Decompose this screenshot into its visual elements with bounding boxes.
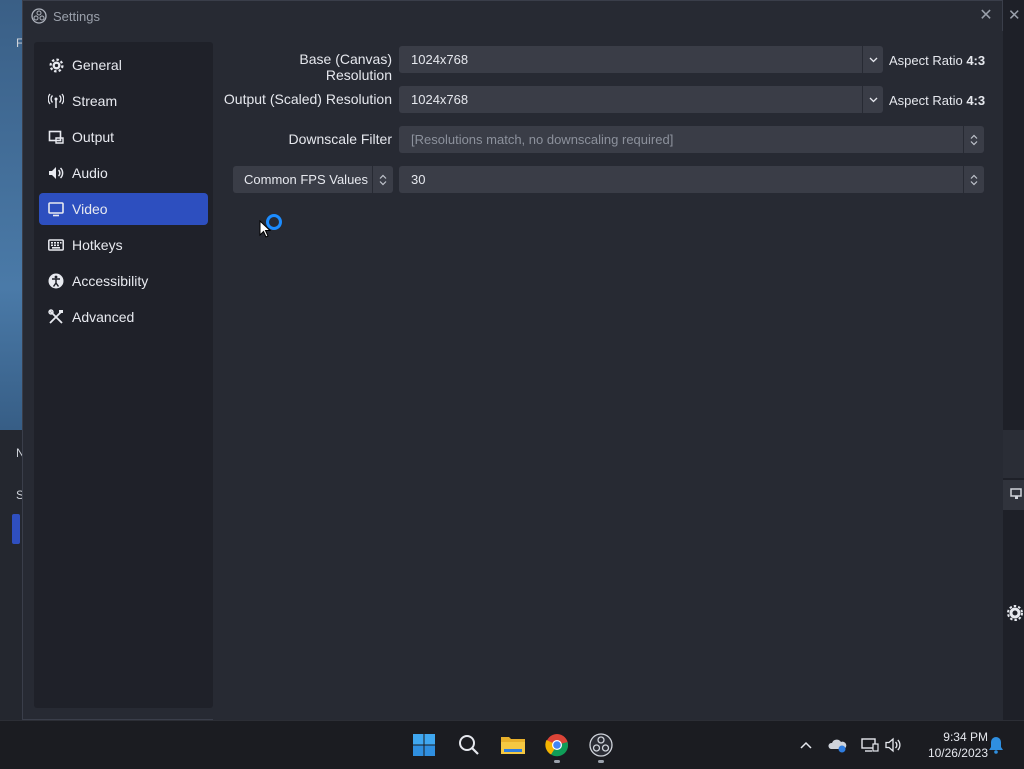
taskbar: 9:34 PM 10/26/2023 bbox=[0, 720, 1024, 769]
sidebar-item-label: Audio bbox=[72, 165, 108, 181]
monitor-icon bbox=[48, 201, 64, 217]
gear-icon bbox=[48, 57, 64, 73]
video-settings-panel: Base (Canvas) Resolution 1024x768 Aspect… bbox=[213, 31, 1003, 721]
updown-arrow-icon[interactable] bbox=[963, 166, 984, 193]
sidebar-item-advanced[interactable]: Advanced bbox=[39, 301, 208, 333]
window-title: Settings bbox=[53, 9, 100, 24]
base-aspect-ratio: Aspect Ratio 4:3 bbox=[889, 53, 985, 68]
app-running-indicator bbox=[598, 760, 604, 763]
accessibility-icon bbox=[48, 273, 64, 289]
fps-value-dropdown[interactable]: 30 bbox=[399, 166, 984, 193]
clock-date: 10/26/2023 bbox=[927, 746, 988, 760]
background-app-left: F N S bbox=[0, 0, 25, 720]
sidebar-item-hotkeys[interactable]: Hotkeys bbox=[39, 229, 208, 261]
start-icon[interactable] bbox=[410, 731, 438, 759]
sidebar-item-label: Stream bbox=[72, 93, 118, 109]
output-resolution-label: Output (Scaled) Resolution bbox=[223, 91, 392, 107]
sidebar-item-label: Hotkeys bbox=[72, 237, 123, 253]
updown-arrow-icon[interactable] bbox=[963, 126, 984, 153]
obs-icon[interactable] bbox=[587, 731, 615, 759]
base-resolution-value: 1024x768 bbox=[411, 52, 469, 67]
onedrive-icon[interactable] bbox=[828, 735, 848, 755]
settings-dialog: Settings ✕ General Stream Output Audio V… bbox=[22, 0, 1003, 721]
background-panel bbox=[1003, 480, 1024, 510]
sidebar-item-output[interactable]: Output bbox=[39, 121, 208, 153]
background-close-icon[interactable]: ✕ bbox=[1008, 6, 1021, 24]
antenna-icon bbox=[48, 93, 64, 109]
sidebar-item-label: General bbox=[72, 57, 122, 73]
sidebar-item-video[interactable]: Video bbox=[39, 193, 208, 225]
show-hidden-icons-chevron-icon[interactable] bbox=[796, 735, 816, 755]
chrome-icon[interactable] bbox=[543, 731, 571, 759]
mouse-cursor-icon bbox=[259, 220, 271, 238]
sidebar-item-general[interactable]: General bbox=[39, 49, 208, 81]
speaker-icon bbox=[48, 165, 64, 181]
sidebar-item-label: Advanced bbox=[72, 309, 135, 325]
network-icon[interactable] bbox=[860, 735, 880, 755]
base-resolution-dropdown[interactable]: 1024x768 bbox=[399, 46, 883, 73]
output-resolution-dropdown[interactable]: 1024x768 bbox=[399, 86, 883, 113]
downscale-filter-label: Downscale Filter bbox=[288, 131, 392, 147]
app-running-indicator bbox=[554, 760, 560, 763]
panel-icon[interactable] bbox=[1010, 488, 1022, 500]
aspect-ratio-label: Aspect Ratio bbox=[889, 93, 963, 108]
background-dark-panel bbox=[0, 430, 22, 720]
obs-logo-icon bbox=[31, 8, 47, 24]
downscale-filter-value: [Resolutions match, no downscaling requi… bbox=[411, 132, 674, 147]
downscale-filter-dropdown[interactable]: [Resolutions match, no downscaling requi… bbox=[399, 126, 984, 153]
search-icon[interactable] bbox=[455, 731, 483, 759]
output-resolution-value: 1024x768 bbox=[411, 92, 469, 107]
sidebar-item-accessibility[interactable]: Accessibility bbox=[39, 265, 208, 297]
sidebar-item-stream[interactable]: Stream bbox=[39, 85, 208, 117]
chevron-down-icon[interactable] bbox=[862, 86, 883, 113]
output-aspect-ratio: Aspect Ratio 4:3 bbox=[889, 93, 985, 108]
close-button[interactable]: ✕ bbox=[976, 6, 996, 26]
aspect-ratio-value: 4:3 bbox=[966, 93, 986, 108]
volume-icon[interactable] bbox=[884, 735, 904, 755]
tools-icon bbox=[48, 309, 64, 325]
clock-time: 9:34 PM bbox=[943, 730, 988, 744]
gear-icon[interactable] bbox=[1007, 605, 1023, 621]
fps-type-value: Common FPS Values bbox=[244, 172, 369, 187]
chevron-down-icon[interactable] bbox=[862, 46, 883, 73]
updown-arrow-icon[interactable] bbox=[372, 166, 393, 193]
background-panel bbox=[1003, 430, 1024, 478]
sidebar-item-label: Video bbox=[72, 201, 108, 217]
fps-type-dropdown[interactable]: Common FPS Values bbox=[233, 166, 393, 193]
aspect-ratio-value: 4:3 bbox=[966, 53, 986, 68]
title-bar: Settings ✕ bbox=[23, 1, 1002, 31]
keyboard-icon bbox=[48, 237, 64, 253]
fps-value: 30 bbox=[411, 172, 426, 187]
output-icon bbox=[48, 129, 64, 145]
notification-bell-icon[interactable] bbox=[986, 735, 1006, 755]
background-app-right: ✕ bbox=[1003, 0, 1024, 720]
sidebar-item-label: Output bbox=[72, 129, 115, 145]
sidebar-item-label: Accessibility bbox=[72, 273, 149, 289]
base-resolution-label: Base (Canvas) Resolution bbox=[299, 51, 392, 83]
aspect-ratio-label: Aspect Ratio bbox=[889, 53, 963, 68]
system-clock[interactable]: 9:34 PM 10/26/2023 bbox=[912, 729, 988, 761]
settings-sidebar: General Stream Output Audio Video Hotkey… bbox=[34, 42, 213, 708]
background-selection bbox=[12, 514, 20, 544]
sidebar-item-audio[interactable]: Audio bbox=[39, 157, 208, 189]
file-explorer-icon[interactable] bbox=[499, 731, 527, 759]
